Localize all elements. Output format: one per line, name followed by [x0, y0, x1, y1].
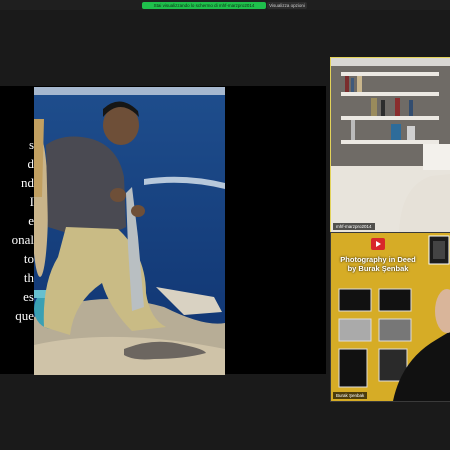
card-title-line-1: Photography in Deed: [340, 255, 416, 264]
slide-text-line: es: [23, 289, 34, 304]
room-video: [331, 58, 450, 232]
fisherman-photo: [34, 87, 225, 375]
slide-photo: [34, 87, 225, 375]
screen-share-banner[interactable]: Stai visualizzando lo schermo di mhf-mar…: [142, 2, 266, 9]
slide-text: s d nd I e onal to th es que: [0, 135, 34, 350]
card-title-line-2: by Burak Şenbak: [347, 264, 409, 273]
participant-video-tile[interactable]: Photography in Deed by Burak Şenbak Bura…: [330, 232, 450, 402]
slide-text-line: th: [23, 270, 34, 285]
slide-text-line: onal: [11, 232, 34, 247]
participant-video-tile[interactable]: mhf-marzpro2014: [330, 57, 450, 233]
participant-name-tag: mhf-marzpro2014: [333, 223, 375, 230]
slide-text-line: nd: [21, 175, 34, 190]
view-options-button[interactable]: Visualizza opzioni: [267, 2, 307, 9]
slide-text-line: d: [27, 156, 35, 171]
slide-text-line: que: [15, 308, 34, 323]
top-bar: Stai visualizzando lo schermo di mhf-mar…: [0, 0, 450, 10]
slide-text-line: I: [29, 194, 34, 209]
slide-text-line: to: [23, 251, 34, 266]
slide-text-line: e: [28, 213, 34, 228]
participant-name-tag: Burak Şenbak: [333, 392, 368, 399]
shared-card-title: Photography in Deed by Burak Şenbak: [336, 255, 420, 273]
slide-text-line: s: [28, 137, 34, 152]
